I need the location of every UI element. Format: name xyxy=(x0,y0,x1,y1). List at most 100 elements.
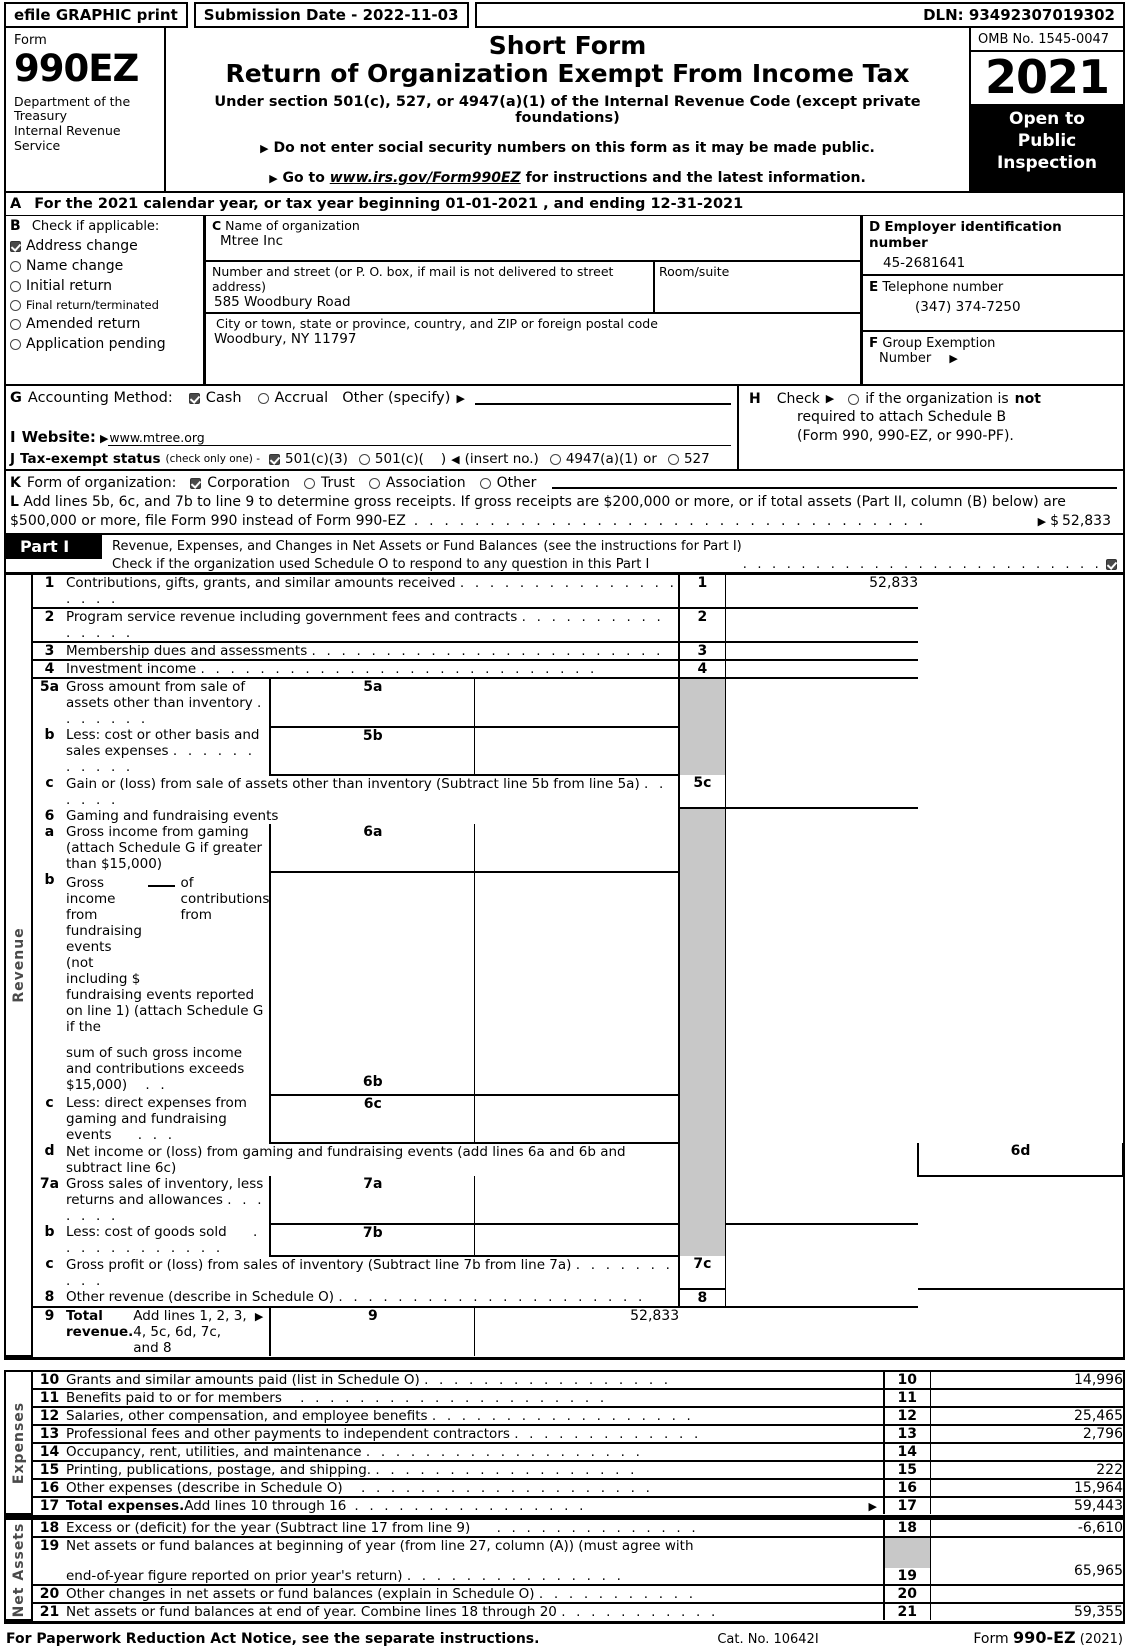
org-street-value[interactable]: 585 Woodbury Road xyxy=(212,294,653,310)
website-value[interactable]: www.mtree.org xyxy=(108,430,731,447)
line-4-amount[interactable] xyxy=(725,660,919,680)
line-a-text-pre: For the 2021 calendar year, or tax year … xyxy=(34,196,446,213)
checkbox-initial-return[interactable]: Initial return xyxy=(10,278,203,294)
line-7c-amount[interactable] xyxy=(918,1176,1123,1291)
checkbox-label-accrual: Accrual xyxy=(274,390,329,407)
table-row: 14 Occupancy, rent, utilities, and maint… xyxy=(6,1443,1123,1463)
line-6-number: 6 xyxy=(44,808,55,825)
section-l-dots: . . . . . . . . . . . . . . . . . . . . … xyxy=(413,512,927,529)
table-row: 11 Benefits paid to or for members . . .… xyxy=(6,1389,1123,1409)
org-name-value[interactable]: Mtree Inc xyxy=(212,233,860,249)
line-15-amount[interactable]: 222 xyxy=(930,1461,1123,1481)
line-7b-desc: Less: cost of goods sold . . . . . . . .… xyxy=(66,1224,261,1257)
checkbox-final-return[interactable]: Final return/terminated xyxy=(10,298,203,312)
checkbox-icon-amended-return[interactable] xyxy=(10,318,21,330)
checkbox-icon-address-change[interactable] xyxy=(10,240,21,252)
line-5a-inner-amount[interactable] xyxy=(474,678,681,729)
bullet-no-ssn-text: Do not enter social security numbers on … xyxy=(273,140,875,157)
line-6a-inner-amount[interactable] xyxy=(474,824,681,874)
table-row: 19 Net assets or fund balances at beginn… xyxy=(6,1537,1123,1587)
line-1-number: 1 xyxy=(32,575,66,610)
table-row: a Gross income from gaming (attach Sched… xyxy=(6,824,1123,874)
checkbox-icon-corporation[interactable] xyxy=(190,477,202,489)
checkbox-icon-501c3[interactable] xyxy=(269,453,281,465)
checkbox-icon-association[interactable] xyxy=(368,477,380,489)
website-arrow-icon xyxy=(96,432,108,445)
line-10-number: 10 xyxy=(32,1372,66,1391)
line-7a-inner-amount[interactable] xyxy=(474,1176,681,1226)
line-7a-desc: Gross sales of inventory, less returns a… xyxy=(66,1176,265,1225)
section-b-title: B Check if applicable: xyxy=(10,218,203,234)
phone-caption-text: Telephone number xyxy=(882,280,1004,296)
line-3-amount[interactable] xyxy=(725,642,919,662)
checkbox-label-4947a1: 4947(a)(1) xyxy=(565,451,639,468)
line-6a-number: a xyxy=(44,824,55,841)
checkbox-icon-4947a1[interactable] xyxy=(549,453,561,465)
other-org-input[interactable] xyxy=(552,477,1117,490)
phone-value[interactable]: (347) 374-7250 xyxy=(869,299,1123,315)
checkbox-amended-return[interactable]: Amended return xyxy=(10,316,203,332)
checkbox-icon-527[interactable] xyxy=(667,453,679,465)
line-6c-inner-amount[interactable] xyxy=(474,1095,681,1145)
efile-bar: efile GRAPHIC print Submission Date - 20… xyxy=(0,0,1129,28)
org-room-caption: Room/suite xyxy=(659,264,730,280)
bullet-goto-post: for instructions and the latest informat… xyxy=(520,170,866,187)
ein-value[interactable]: 45-2681641 xyxy=(869,255,1123,271)
section-e-letter: E xyxy=(869,279,879,296)
checkbox-icon-accrual[interactable] xyxy=(257,392,269,404)
line-9-amount[interactable]: 52,833 xyxy=(475,1307,679,1356)
line-18-amount[interactable]: -6,610 xyxy=(930,1520,1123,1539)
line-20-number: 20 xyxy=(32,1585,66,1605)
checkbox-icon-501c[interactable] xyxy=(358,453,370,465)
line-8-amount[interactable] xyxy=(725,1289,919,1309)
checkbox-icon-name-change[interactable] xyxy=(10,260,21,272)
part-i-title-text: Revenue, Expenses, and Changes in Net As… xyxy=(112,539,538,555)
checkbox-name-change[interactable]: Name change xyxy=(10,258,203,274)
checkbox-icon-final-return[interactable] xyxy=(10,299,21,311)
line-18-code: 18 xyxy=(883,1520,931,1539)
line-8-desc: Other revenue (describe in Schedule O) .… xyxy=(66,1289,680,1309)
line-6d-amount[interactable] xyxy=(725,808,919,1226)
line-12-amount[interactable]: 25,465 xyxy=(930,1407,1123,1427)
irs-form-link[interactable]: www.irs.gov/Form990EZ xyxy=(330,170,521,186)
line-2-amount[interactable] xyxy=(725,608,919,644)
checkbox-icon-trust[interactable] xyxy=(304,477,315,489)
part-i-title-note: (see the instructions for Part I) xyxy=(543,539,742,555)
line-17-desc: Total expenses. Add lines 10 through 16 … xyxy=(66,1498,883,1514)
section-def-block: D Employer identification number 45-2681… xyxy=(863,216,1123,384)
checkbox-icon-application-pending[interactable] xyxy=(10,338,21,350)
line-6b-blank-input[interactable] xyxy=(147,872,175,888)
line-20-amount[interactable] xyxy=(930,1585,1123,1605)
line-16-amount[interactable]: 15,964 xyxy=(930,1479,1123,1499)
line-11-amount[interactable] xyxy=(930,1389,1123,1409)
org-room-block: Room/suite xyxy=(655,262,860,312)
accounting-other-arrow-icon xyxy=(456,392,464,405)
line-13-amount[interactable]: 2,796 xyxy=(930,1425,1123,1445)
table-row: 21 Net assets or fund balances at end of… xyxy=(6,1603,1123,1621)
checkbox-icon-initial-return[interactable] xyxy=(10,280,21,292)
checkbox-icon-cash[interactable] xyxy=(188,392,200,404)
org-city-value[interactable]: Woodbury, NY 11797 xyxy=(212,331,860,347)
line-9-desc: Total revenue. Add lines 1, 2, 3, 4, 5c,… xyxy=(66,1308,269,1356)
line-21-amount[interactable]: 59,355 xyxy=(930,1603,1123,1620)
line-6b-inner-amount[interactable] xyxy=(474,872,681,1097)
line-14-amount[interactable] xyxy=(930,1443,1123,1463)
line-17-amount[interactable]: 59,443 xyxy=(930,1497,1123,1514)
part-i-schedule-o-row: Check if the organization used Schedule … xyxy=(112,557,1123,572)
checkbox-icon-other-org[interactable] xyxy=(479,477,491,489)
checkbox-label-corporation: Corporation xyxy=(207,475,290,492)
part-i-title-block: Revenue, Expenses, and Changes in Net As… xyxy=(102,535,1123,572)
checkbox-address-change[interactable]: Address change xyxy=(10,238,203,254)
line-8-number: 8 xyxy=(32,1289,66,1309)
line-12-number: 12 xyxy=(32,1407,66,1427)
accounting-other-input[interactable] xyxy=(474,391,731,406)
line-1-amount[interactable]: 52,833 xyxy=(725,575,919,610)
line-7b-inner-amount[interactable] xyxy=(474,1224,681,1258)
checkbox-icon-schedule-o[interactable] xyxy=(1106,559,1117,571)
checkbox-application-pending[interactable]: Application pending xyxy=(10,336,203,352)
line-10-amount[interactable]: 14,996 xyxy=(930,1372,1123,1391)
line-19-amount[interactable]: 65,965 xyxy=(930,1537,1123,1587)
line-5b-inner-amount[interactable] xyxy=(474,727,681,777)
line-5c-amount[interactable] xyxy=(725,678,919,810)
checkbox-icon-schedule-b[interactable] xyxy=(848,393,860,405)
